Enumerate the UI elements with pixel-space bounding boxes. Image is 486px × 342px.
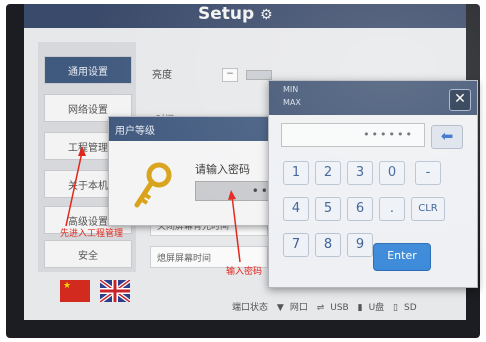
annotation-enter-project: 先进入工程管理	[60, 229, 124, 239]
annotation-arrows	[65, 146, 241, 263]
annotation-arrow-password	[231, 195, 241, 263]
annotation-enter-password: 输入密码	[226, 267, 263, 277]
annotation-arrow-project	[65, 151, 83, 227]
photo-frame: Setup ⚙ 通用设置 网络设置 工程管理 关于本机 高级设置 安全 亮度 −…	[0, 0, 486, 342]
arrowhead-icon	[228, 190, 236, 200]
arrowhead-icon	[78, 146, 86, 156]
